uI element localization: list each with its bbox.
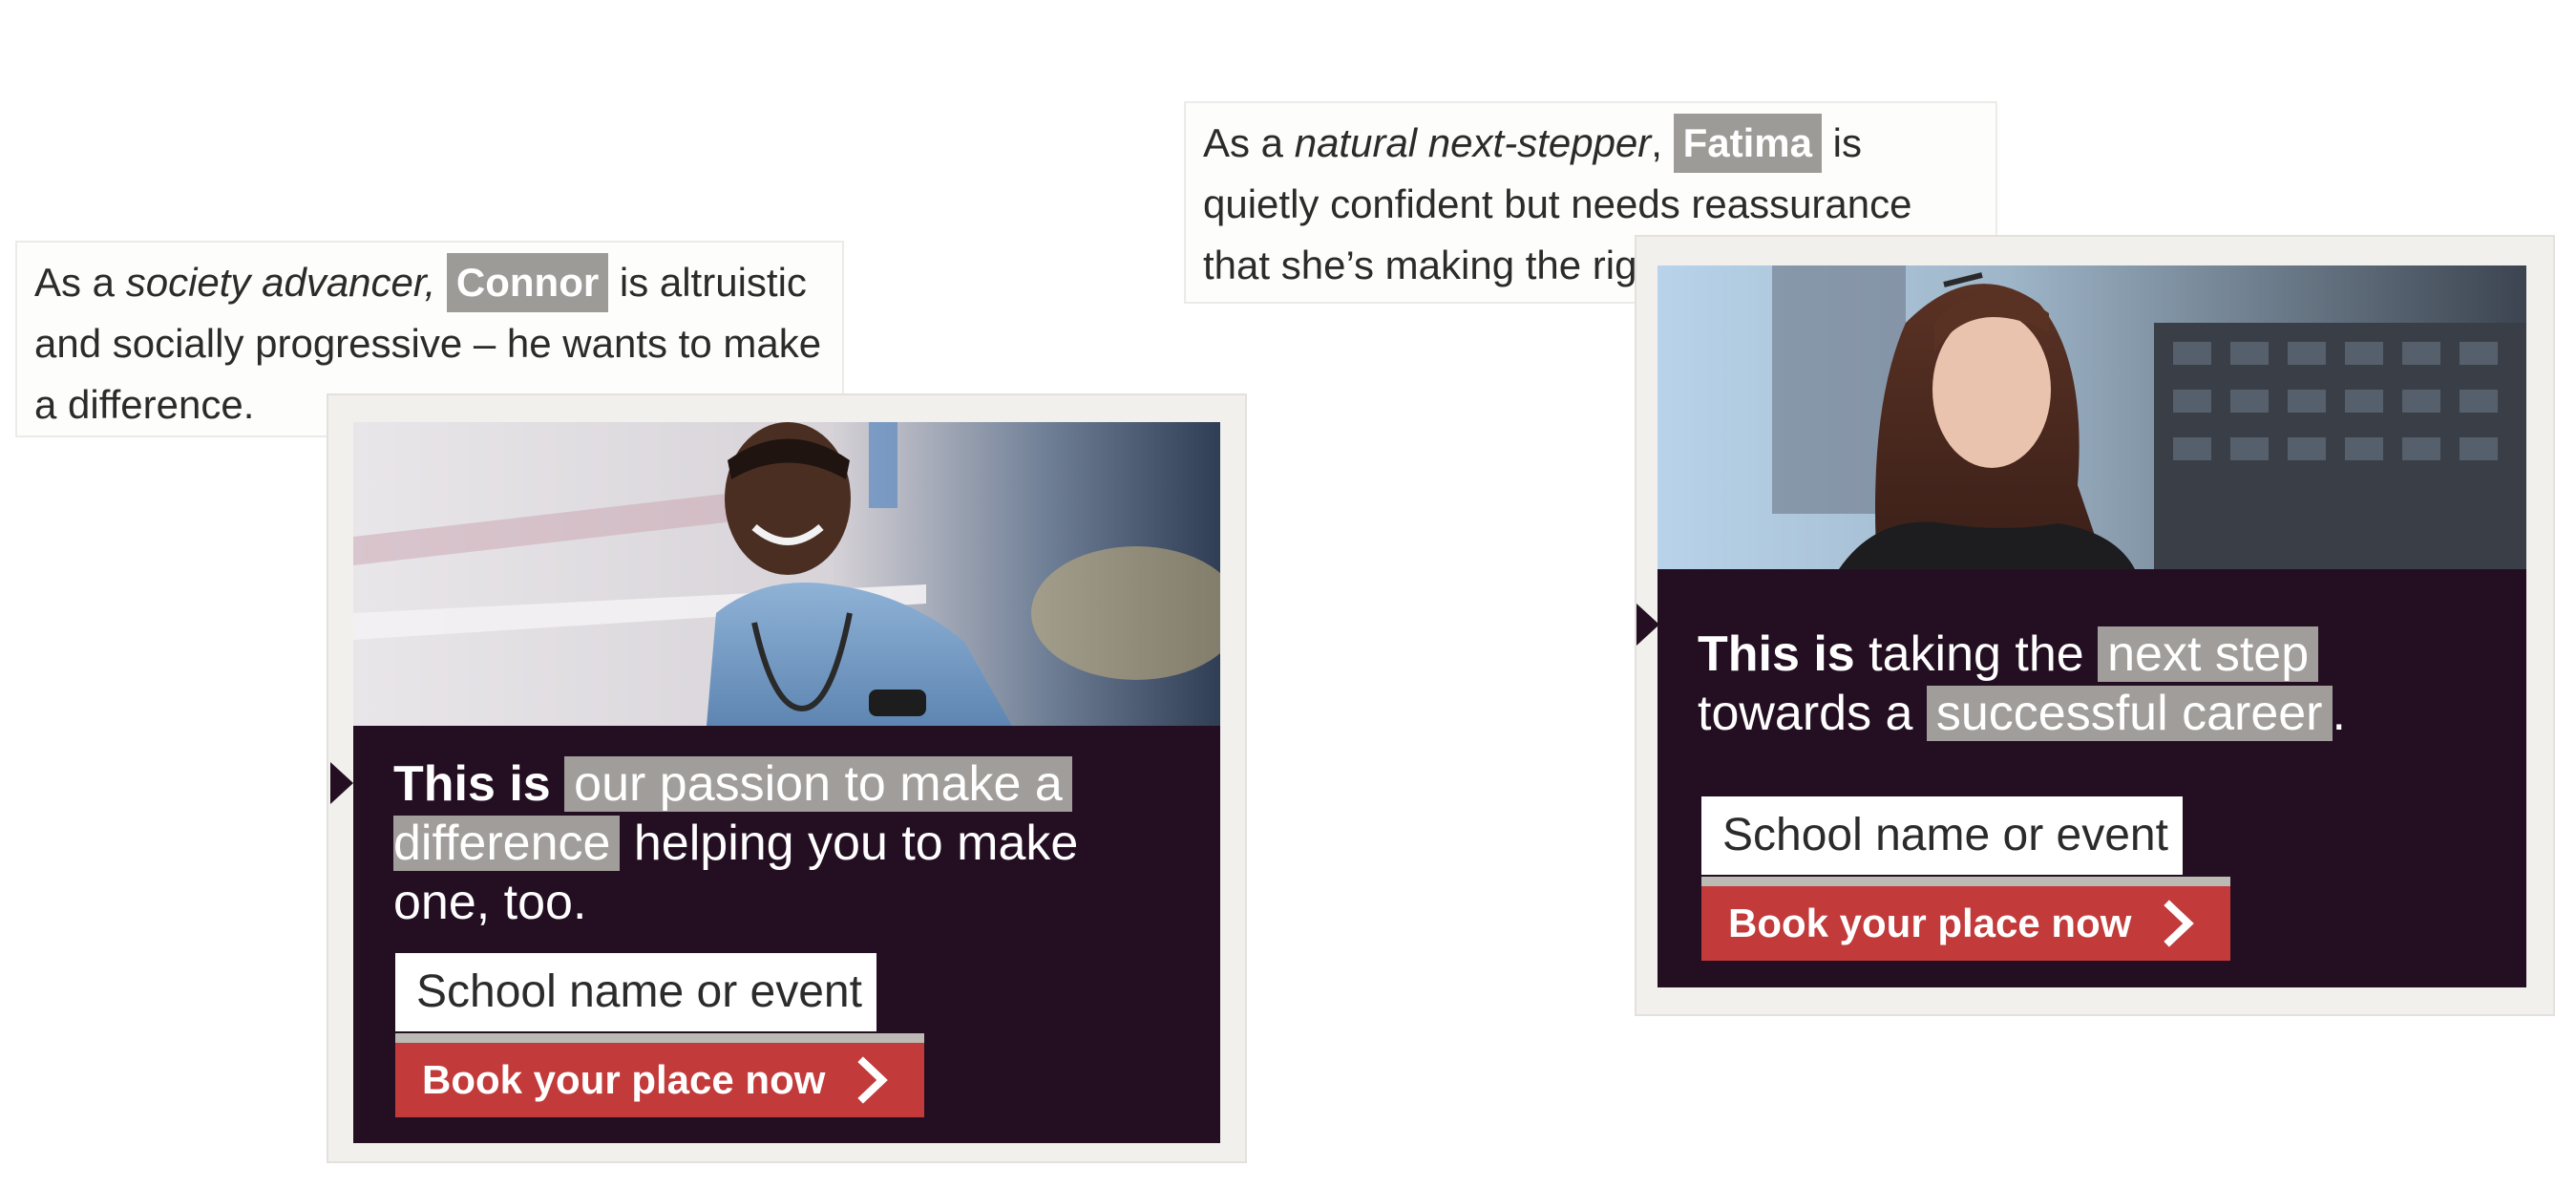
school-name-field[interactable]: School name or event (395, 953, 876, 1031)
headline-lead: This is (1698, 626, 1855, 682)
chevron-right-icon (857, 1056, 889, 1104)
caption-prefix: As a (34, 260, 126, 305)
headline-highlight: difference (393, 816, 621, 871)
persona-label: society advancer, (125, 260, 436, 305)
panel-pointer (1636, 604, 1659, 646)
caption-comma: , (1651, 120, 1674, 165)
book-button-label: Book your place now (1728, 901, 2132, 945)
persona-label: natural next-stepper (1294, 120, 1652, 165)
book-place-button[interactable]: Book your place now (1701, 877, 2230, 961)
panel-pointer (330, 762, 353, 804)
headline-text: towards a (1698, 686, 1927, 741)
book-place-button[interactable]: Book your place now (395, 1033, 924, 1117)
caption-prefix: As a (1203, 120, 1295, 165)
headline-end: . (2332, 686, 2346, 741)
book-button-label: Book your place now (422, 1057, 826, 1102)
name-tag: Fatima (1673, 114, 1822, 173)
name-tag: Connor (446, 253, 609, 312)
fatima-ad-panel: This is taking the next step towards a s… (1658, 265, 2526, 987)
headline-highlight: next step (2098, 626, 2319, 682)
fatima-headline: This is taking the next step towards a s… (1698, 625, 2481, 743)
connor-photo (353, 422, 1220, 726)
connor-ad-panel: This is our passion to make a difference… (353, 422, 1220, 1143)
fatima-photo (1658, 265, 2526, 569)
chevron-right-icon (2164, 900, 2195, 947)
connor-headline: This is our passion to make a difference… (393, 754, 1176, 932)
headline-text: taking the (1854, 626, 2099, 682)
school-name-field[interactable]: School name or event (1701, 796, 2183, 875)
headline-highlight: successful career (1926, 686, 2333, 741)
headline-lead: This is (393, 756, 551, 812)
headline-highlight: our passion to make a (564, 756, 1072, 812)
